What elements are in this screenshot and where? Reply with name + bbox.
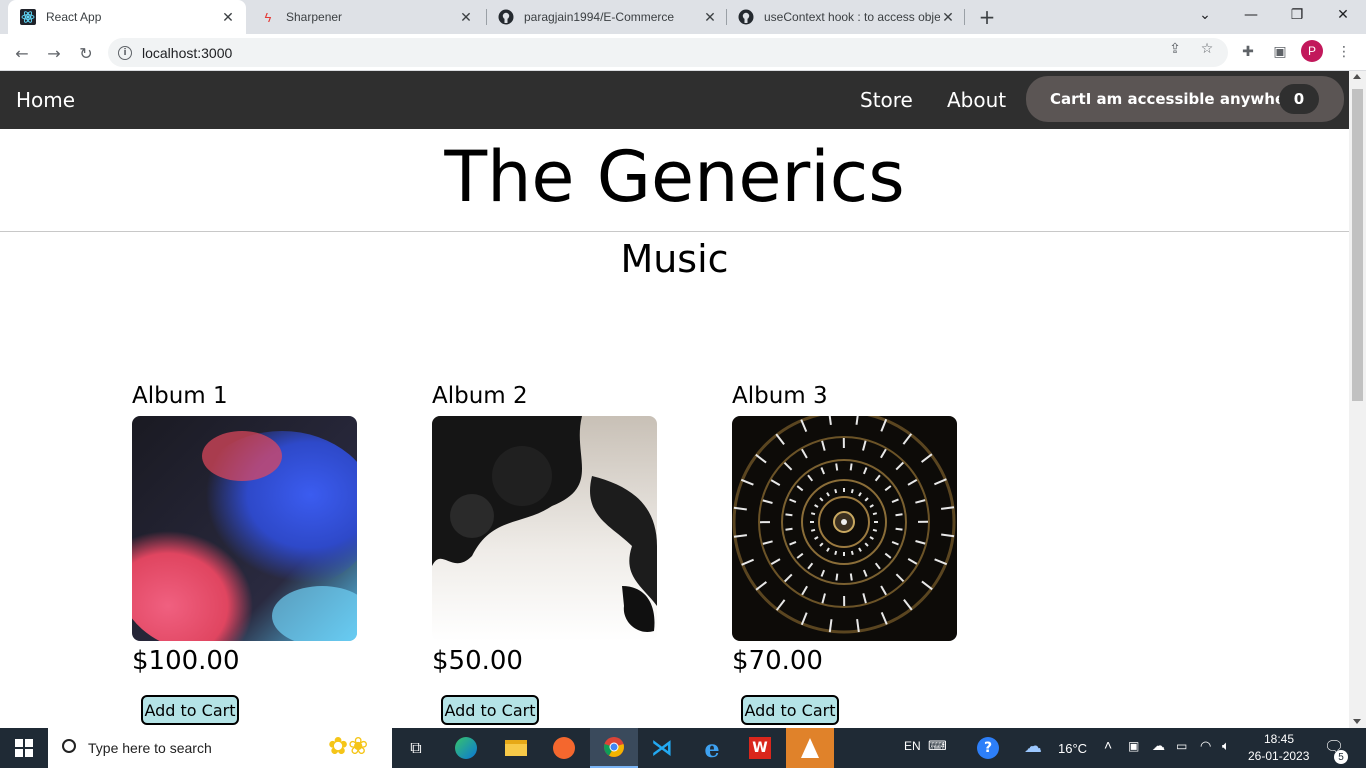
album-2-image[interactable] (432, 416, 657, 641)
close-window-button[interactable]: ✕ (1320, 0, 1366, 30)
edge-browser-icon[interactable] (446, 732, 486, 764)
tab-title: useContext hook : to access obje (764, 10, 940, 24)
album-price: $50.00 (432, 646, 523, 676)
github-icon (738, 9, 754, 25)
profile-avatar[interactable]: P (1301, 40, 1323, 62)
page-viewport: Home Store About CartI am accessible any… (0, 71, 1366, 728)
product-card-album-1: Album 1 $100.00 Add to Cart (132, 382, 358, 725)
tab-separator (964, 9, 965, 25)
windows-start-icon[interactable] (4, 732, 44, 764)
close-icon[interactable]: ✕ (220, 9, 236, 25)
meet-now-icon[interactable]: ▣ (1128, 739, 1139, 753)
tab-github-ecommerce[interactable]: paragjain1994/E-Commerce ✕ (496, 0, 724, 34)
album-title: Album 3 (732, 383, 828, 409)
keyboard-icon[interactable]: ⌨ (928, 738, 947, 754)
address-toolbar: ← → ↻ i localhost:3000 ⇪ ☆ ✚ ▣ P ⋮ (0, 34, 1366, 71)
chevron-up-icon[interactable]: ˄ (1104, 737, 1112, 753)
url-text[interactable]: localhost:3000 (142, 45, 232, 61)
info-icon[interactable]: i (118, 45, 132, 60)
tab-separator (726, 9, 727, 25)
scrollbar-thumb[interactable] (1352, 89, 1363, 401)
internet-explorer-icon[interactable]: e (692, 732, 732, 764)
app-orange-icon[interactable] (544, 732, 584, 764)
cart-count-badge: 0 (1279, 84, 1319, 114)
minimize-button[interactable]: — (1228, 0, 1274, 30)
album-3-image[interactable] (732, 416, 957, 641)
album-price: $70.00 (732, 646, 823, 676)
bookmark-star-icon[interactable]: ☆ (1198, 40, 1216, 58)
tab-react-app[interactable]: React App ✕ (8, 0, 246, 34)
album-1-image[interactable] (132, 416, 357, 641)
page-scrollbar[interactable] (1349, 71, 1366, 728)
album-title: Album 1 (132, 383, 228, 409)
product-card-album-3: Album 3 $70.00 Add to Cart (732, 382, 958, 725)
tab-title: paragjain1994/E-Commerce (524, 10, 675, 24)
browser-tab-bar: React App ✕ ϟ Sharpener ✕ paragjain1994/… (0, 0, 1366, 34)
sharpener-icon: ϟ (264, 9, 272, 25)
language-indicator[interactable]: EN (904, 739, 921, 753)
nav-home-link[interactable]: Home (16, 88, 75, 112)
back-arrow-icon[interactable]: ← (10, 41, 34, 65)
nav-store-link[interactable]: Store (860, 88, 913, 112)
wifi-icon[interactable]: ◠ (1200, 738, 1211, 754)
section-title: Music (620, 237, 729, 281)
tab-usecontext[interactable]: useContext hook : to access obje ✕ (736, 0, 962, 34)
tab-sharpener[interactable]: ϟ Sharpener ✕ (254, 0, 484, 34)
volume-icon[interactable]: 🔈︎ (1222, 738, 1230, 754)
help-icon[interactable]: ? (968, 732, 1008, 764)
album-title: Album 2 (432, 383, 528, 409)
cart-label: CartI am accessible anywhere (1050, 90, 1303, 108)
brand-heading: The Generics (444, 136, 905, 218)
menu-kebab-icon[interactable]: ⋮ (1334, 42, 1354, 62)
scroll-up-arrow-icon[interactable] (1353, 74, 1361, 79)
vlc-player-icon[interactable] (786, 728, 834, 768)
product-card-album-2: Album 2 $50.00 Add to Cart (432, 382, 658, 725)
taskbar-search-box[interactable]: Type here to search ✿❀ (48, 728, 392, 768)
task-view-icon[interactable]: ⧉ (396, 732, 436, 764)
close-icon[interactable]: ✕ (458, 9, 474, 25)
reload-icon[interactable]: ↻ (74, 41, 98, 65)
scroll-down-arrow-icon[interactable] (1353, 719, 1361, 724)
restore-button[interactable]: ❐ (1274, 0, 1320, 30)
temperature-text[interactable]: 16°C (1058, 741, 1087, 756)
search-placeholder: Type here to search (88, 740, 212, 756)
windows-taskbar: Type here to search ✿❀ ⧉ ⋊ e W EN ⌨ ? ☁ … (0, 728, 1366, 768)
site-navbar: Home Store About CartI am accessible any… (0, 71, 1349, 129)
weather-cloud-icon[interactable]: ☁ (1024, 736, 1042, 757)
file-explorer-icon[interactable] (496, 732, 536, 764)
wps-office-icon[interactable]: W (740, 732, 780, 764)
divider (0, 231, 1349, 232)
omnibox[interactable]: i localhost:3000 (108, 38, 1228, 67)
close-icon[interactable]: ✕ (702, 9, 718, 25)
side-panel-icon[interactable]: ▣ (1270, 42, 1290, 62)
react-icon (20, 9, 36, 25)
cart-button[interactable]: CartI am accessible anywhere 0 (1026, 76, 1344, 122)
forward-arrow-icon[interactable]: → (42, 41, 66, 65)
search-icon (62, 739, 76, 753)
extensions-puzzle-icon[interactable]: ✚ (1238, 42, 1258, 62)
share-icon[interactable]: ⇪ (1166, 40, 1184, 58)
add-to-cart-button[interactable]: Add to Cart (741, 695, 839, 725)
chrome-taskbar-icon[interactable] (590, 728, 638, 768)
tab-title: React App (46, 10, 102, 24)
new-tab-button[interactable]: + (976, 5, 998, 29)
notification-count-badge: 5 (1334, 750, 1348, 764)
nav-about-link[interactable]: About (947, 88, 1006, 112)
close-icon[interactable]: ✕ (940, 9, 956, 25)
album-price: $100.00 (132, 646, 240, 676)
onedrive-icon[interactable]: ☁ (1152, 738, 1165, 754)
flowers-decoration-icon: ✿❀ (328, 733, 369, 760)
add-to-cart-button[interactable]: Add to Cart (441, 695, 539, 725)
github-icon (498, 9, 514, 25)
clock-time[interactable]: 18:45 (1264, 732, 1294, 746)
vscode-icon[interactable]: ⋊ (642, 732, 682, 764)
battery-icon[interactable]: ▭ (1176, 739, 1187, 753)
add-to-cart-button[interactable]: Add to Cart (141, 695, 239, 725)
tab-title: Sharpener (286, 10, 343, 24)
clock-date[interactable]: 26-01-2023 (1248, 749, 1309, 763)
tab-separator (486, 9, 487, 25)
tab-search-chevron-icon[interactable]: ⌄ (1182, 0, 1228, 30)
